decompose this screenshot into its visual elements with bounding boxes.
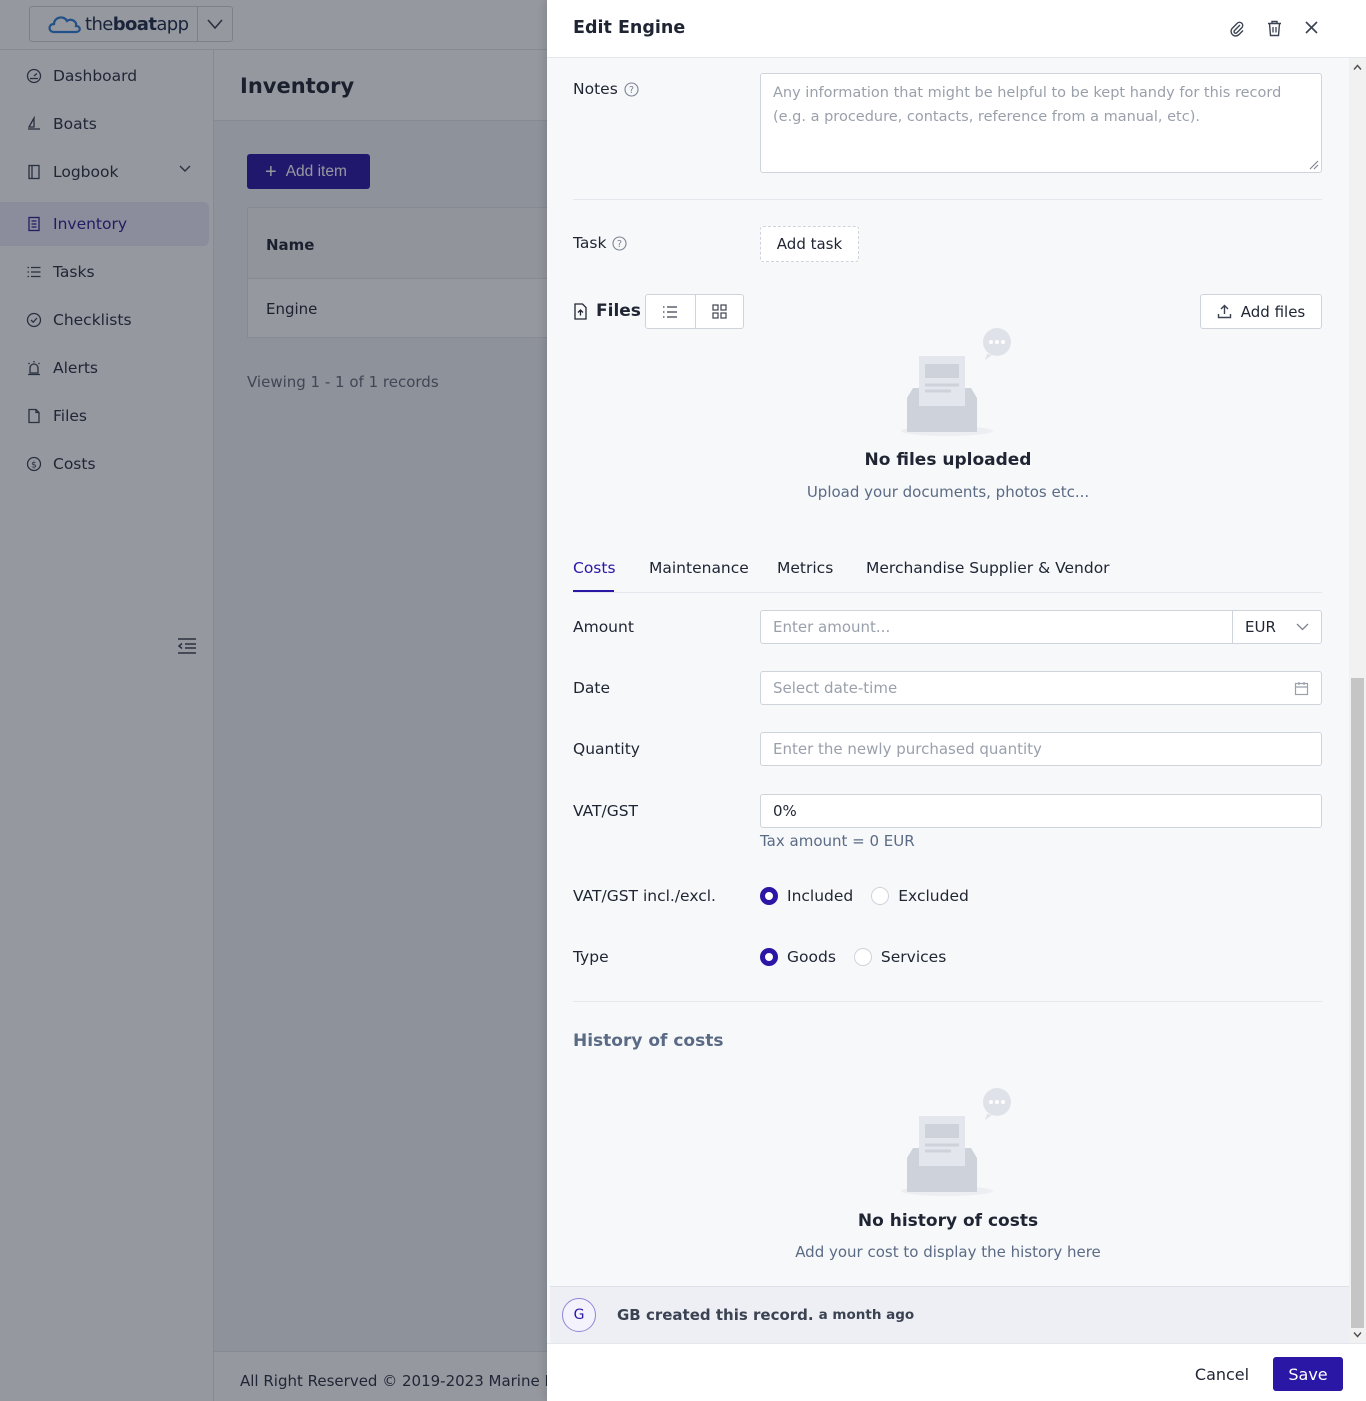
date-label: Date <box>573 679 611 697</box>
scroll-down-arrow-icon[interactable] <box>1353 1330 1362 1339</box>
scroll-up-arrow-icon[interactable] <box>1353 63 1362 72</box>
svg-text:?: ? <box>617 239 622 250</box>
chevron-down-icon <box>1296 623 1309 631</box>
drawer-footer: Cancel Save <box>547 1343 1366 1401</box>
history-of-costs-title: History of costs <box>573 1031 724 1051</box>
activity-log: G GB created this record. a month ago <box>550 1286 1349 1343</box>
radio-button[interactable] <box>760 948 778 966</box>
tax-amount-note: Tax amount = 0 EUR <box>760 832 915 850</box>
quantity-label: Quantity <box>573 740 640 758</box>
resize-handle-icon[interactable] <box>1307 158 1319 170</box>
vat-label: VAT/GST <box>573 802 639 820</box>
quantity-input[interactable]: Enter the newly purchased quantity <box>760 732 1322 766</box>
grid-view-icon[interactable] <box>694 295 744 328</box>
help-icon[interactable]: ? <box>624 81 639 97</box>
paperclip-icon[interactable] <box>1229 20 1245 38</box>
amount-input[interactable]: Enter amount... <box>761 611 1233 643</box>
drawer-scrollbar[interactable] <box>1349 58 1366 1343</box>
notes-label: Notes ? <box>573 80 639 98</box>
vat-incl-excl-label: VAT/GST incl./excl. <box>573 887 716 905</box>
add-task-button[interactable]: Add task <box>760 226 859 262</box>
tab-maintenance[interactable]: Maintenance <box>649 559 749 577</box>
scrollbar-thumb[interactable] <box>1351 678 1364 1328</box>
radio-button[interactable] <box>871 887 890 905</box>
task-label: Task ? <box>573 234 628 252</box>
file-icon <box>574 302 587 320</box>
cancel-button[interactable]: Cancel <box>1187 1357 1257 1391</box>
avatar: G <box>562 1298 596 1332</box>
activity-time: a month ago <box>818 1307 915 1323</box>
files-empty-subtitle: Upload your documents, photos etc... <box>806 483 1090 501</box>
history-empty-title: No history of costs <box>857 1211 1039 1231</box>
record-tabs: Costs Maintenance Metrics Merchandise Su… <box>573 553 1322 593</box>
activity-text: GB created this record. <box>617 1306 814 1324</box>
drawer-header: Edit Engine <box>547 0 1366 58</box>
add-files-button[interactable]: Add files <box>1200 294 1322 329</box>
upload-icon <box>1217 304 1231 319</box>
files-empty-title: No files uploaded <box>864 450 1032 470</box>
radio-goods[interactable]: Goods <box>760 948 836 966</box>
notes-textarea[interactable]: Any information that might be helpful to… <box>760 73 1322 173</box>
vat-input[interactable]: 0% <box>760 794 1322 828</box>
trash-icon[interactable] <box>1267 20 1282 37</box>
drawer-body[interactable]: Notes ? Any information that might be he… <box>547 58 1349 1343</box>
svg-text:?: ? <box>629 85 634 96</box>
divider <box>573 199 1322 200</box>
type-label: Type <box>573 948 609 966</box>
radio-services[interactable]: Services <box>853 948 946 966</box>
currency-select[interactable]: EUR <box>1233 611 1321 643</box>
radio-button[interactable] <box>760 887 778 905</box>
drawer-title: Edit Engine <box>573 18 686 38</box>
amount-field: Enter amount... EUR <box>760 610 1322 644</box>
date-picker-input[interactable]: Select date-time <box>760 671 1322 705</box>
calendar-icon[interactable] <box>1294 681 1309 696</box>
divider <box>573 1001 1322 1002</box>
amount-label: Amount <box>573 618 634 636</box>
empty-inbox-icon <box>901 328 1011 436</box>
history-empty-subtitle: Add your cost to display the history her… <box>795 1243 1101 1261</box>
tab-merchandise-supplier-vendor[interactable]: Merchandise Supplier & Vendor <box>866 559 1110 577</box>
type-radio-group: Goods Services <box>760 948 964 966</box>
active-tab-indicator <box>573 590 614 592</box>
tab-metrics[interactable]: Metrics <box>777 559 833 577</box>
radio-excluded[interactable]: Excluded <box>871 887 969 905</box>
empty-inbox-icon <box>901 1088 1011 1196</box>
save-button[interactable]: Save <box>1273 1357 1343 1391</box>
vat-incl-excl-radio-group: Included Excluded <box>760 887 987 905</box>
files-view-toggle <box>645 294 744 329</box>
close-icon[interactable] <box>1304 20 1319 35</box>
list-view-icon[interactable] <box>646 295 695 328</box>
radio-included[interactable]: Included <box>760 887 853 905</box>
radio-button[interactable] <box>853 948 872 966</box>
tab-costs[interactable]: Costs <box>573 559 616 577</box>
help-icon[interactable]: ? <box>612 235 628 251</box>
edit-engine-drawer: Edit Engine Notes ? Any information that… <box>547 0 1366 1401</box>
files-section-title: Files <box>573 301 641 321</box>
